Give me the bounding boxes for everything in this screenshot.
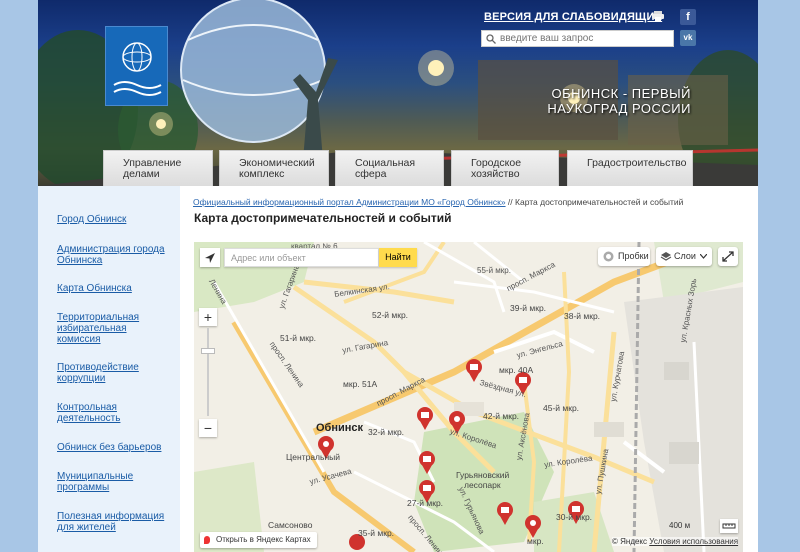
map-label-city: Обнинск [316, 422, 364, 434]
location-arrow-icon [205, 253, 215, 263]
zoom-out-button[interactable]: − [199, 419, 217, 437]
search-input[interactable] [500, 31, 670, 46]
nav-social[interactable]: Социальная сфера [335, 150, 444, 186]
copyright-text: © Яндекс [612, 537, 648, 546]
facebook-icon[interactable]: f [680, 9, 696, 25]
map-label: 55-й мкр. [477, 266, 511, 275]
building [669, 442, 699, 464]
fullscreen-button[interactable] [718, 247, 738, 266]
map-label: 30-й мкр. [556, 512, 593, 522]
map-label: мкр. 51А [343, 379, 378, 389]
map-search-input[interactable]: Адрес или объект [224, 248, 379, 267]
ruler-icon [722, 523, 736, 529]
yandex-pin-icon [204, 536, 210, 544]
map-label: мкр. 40А [499, 365, 534, 375]
green-area [534, 492, 614, 552]
nav-label: хозяйство [471, 168, 520, 180]
breadcrumb-portal-link[interactable]: Официальный информационный портал Админи… [193, 197, 506, 207]
map-scale: 400 м [669, 521, 690, 530]
breadcrumb: Официальный информационный портал Админи… [193, 197, 683, 207]
nav-label: комплекс [239, 168, 285, 180]
map-label: 27-й мкр. [407, 498, 444, 508]
sidebar-item-anti-corruption[interactable]: Противодействие коррупции [57, 362, 167, 384]
sidebar-item-programs[interactable]: Муниципальные программы [57, 471, 167, 493]
chevron-down-icon [700, 254, 707, 259]
search-icon[interactable] [486, 34, 496, 44]
sidebar-item-useful-info[interactable]: Полезная информация для жителей [57, 511, 167, 533]
map-label: 51-й мкр. [280, 333, 317, 343]
sidebar: Город Обнинск Администрация города Обнин… [38, 186, 180, 552]
sidebar-item-accessibility[interactable]: Обнинск без барьеров [57, 442, 167, 453]
sidebar-item-control[interactable]: Контрольная деятельность [57, 402, 167, 424]
breadcrumb-current: Карта достопримечательностей и событий [515, 197, 684, 207]
sidebar-item-city[interactable]: Город Обнинск [57, 214, 167, 225]
map-label: лесопарк [464, 480, 501, 490]
vk-icon[interactable]: vk [680, 30, 696, 46]
nav-economy[interactable]: Экономический комплекс [219, 150, 329, 186]
building [594, 422, 624, 437]
sidebar-item-election-commission[interactable]: Территориальная избирательная комиссия [57, 312, 167, 345]
scale-label: 400 м [669, 521, 691, 530]
city-logo[interactable] [105, 26, 168, 106]
map-label: 32-й мкр. [368, 427, 405, 437]
expand-icon [722, 251, 734, 262]
map-label: 52-й мкр. [372, 310, 409, 320]
zoom-slider-track[interactable] [207, 328, 209, 416]
map-label: 38-й мкр. [564, 311, 601, 321]
traffic-button[interactable]: Пробки [598, 247, 650, 266]
road-kurchatova [591, 331, 617, 552]
map-label: 39-й мкр. [510, 303, 547, 313]
slogan-line-1: ОБНИНСК - ПЕРВЫЙ [551, 86, 691, 101]
printer-icon[interactable] [652, 11, 664, 21]
page-title: Карта достопримечательностей и событий [194, 211, 452, 225]
emblem-icon [113, 42, 162, 96]
open-in-yandex-maps-link[interactable]: Открыть в Яндекс Картах [200, 532, 317, 548]
geolocation-button[interactable] [200, 248, 220, 267]
breadcrumb-separator: // [505, 197, 516, 207]
traffic-light-icon [603, 251, 614, 262]
map-search-button[interactable]: Найти [379, 248, 417, 267]
nav-label: делами [123, 168, 160, 180]
sidebar-item-administration[interactable]: Администрация города Обнинска [57, 244, 167, 266]
ruler-button[interactable] [720, 519, 738, 533]
map-label: 42-й мкр. [483, 411, 520, 421]
yandex-map[interactable]: квартал № 6 55-й мкр. просп. Маркса Белк… [194, 242, 743, 552]
map-label: Гурьяновский [456, 470, 510, 480]
accessibility-version-link[interactable]: ВЕРСИЯ ДЛЯ СЛАБОВИДЯЩИХ [484, 11, 662, 23]
building [664, 362, 689, 380]
map-label: 35-й мкр. [358, 528, 395, 538]
slogan-line-2: НАУКОГРАД РОССИИ [547, 101, 691, 116]
traffic-label: Пробки [618, 251, 649, 261]
nav-urban-planning[interactable]: Градостроительство [567, 150, 693, 186]
page: ВЕРСИЯ ДЛЯ СЛАБОВИДЯЩИХ f vk ОБНИНСК - П… [38, 0, 758, 552]
sidebar-item-city-map[interactable]: Карта Обнинска [57, 283, 167, 294]
zoom-in-button[interactable]: + [199, 308, 217, 326]
layers-button[interactable]: Слои [656, 247, 712, 266]
nav-city-services[interactable]: Городское хозяйство [451, 150, 559, 186]
nav-management[interactable]: Управление делами [103, 150, 213, 186]
nav-label: сфера [355, 168, 387, 180]
map-label: Центральный [286, 452, 340, 462]
layers-label: Слои [674, 251, 696, 261]
layers-icon [660, 252, 672, 261]
map-label: мкр. [527, 536, 544, 546]
map-label: 45-й мкр. [543, 403, 580, 413]
zoom-slider-handle[interactable] [201, 348, 215, 354]
terms-of-use-link[interactable]: Условия использования [649, 537, 738, 546]
street [212, 281, 326, 473]
map-label: Самсоново [268, 520, 313, 530]
map-copyright: © Яндекс Условия использования [612, 537, 739, 546]
open-yandex-label: Открыть в Яндекс Картах [216, 535, 311, 544]
site-search[interactable] [481, 30, 674, 47]
nav-label: Градостроительство [587, 157, 687, 169]
city-slogan: ОБНИНСК - ПЕРВЫЙ НАУКОГРАД РОССИИ [543, 86, 691, 116]
header-banner: ВЕРСИЯ ДЛЯ СЛАБОВИДЯЩИХ f vk ОБНИНСК - П… [38, 0, 758, 186]
